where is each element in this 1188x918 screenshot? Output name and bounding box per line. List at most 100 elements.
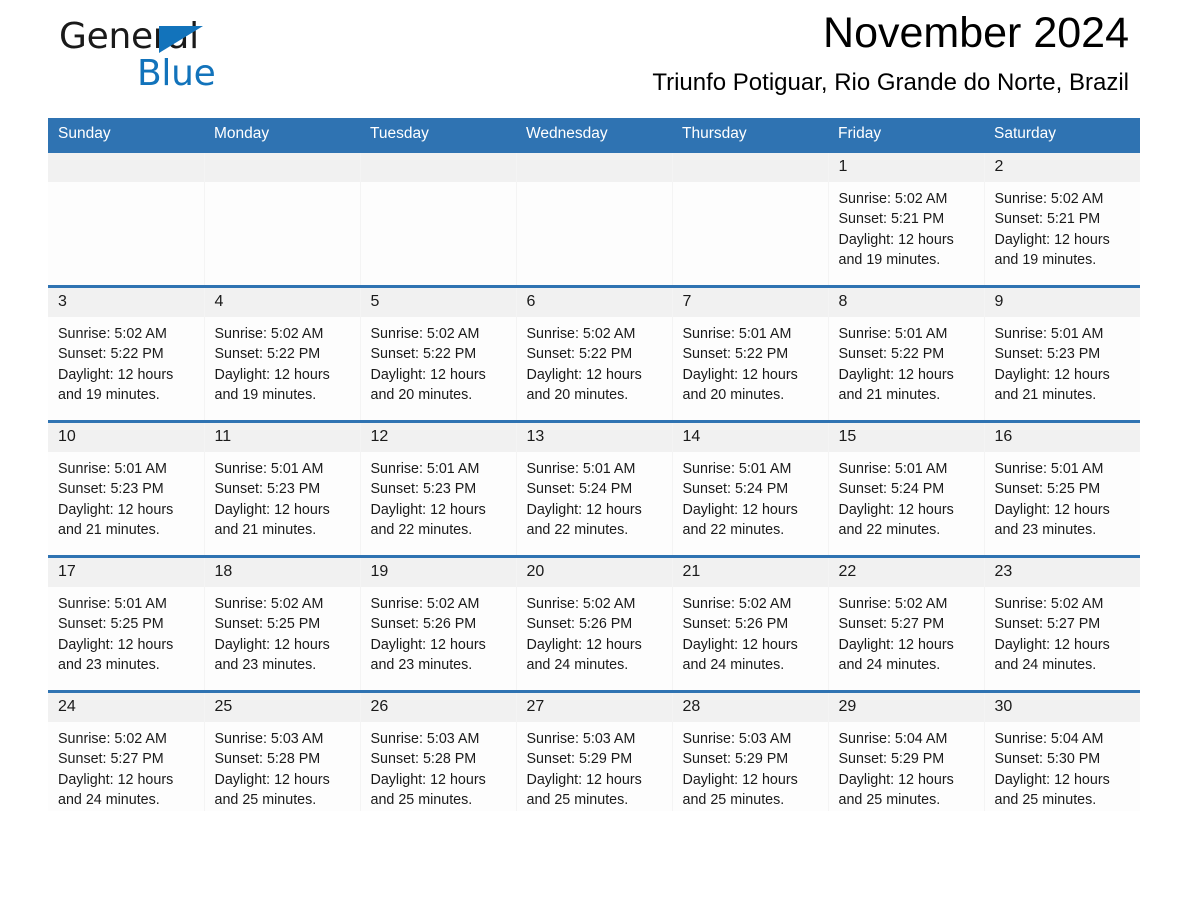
daylight-text: Daylight: 12 hours and 21 minutes. [994,366,1110,404]
calendar-day-cell[interactable]: 1 Sunrise: 5:02 AM Sunset: 5:21 PM Daylight… [828,150,985,287]
daylight-text: Daylight: 12 hours and 25 minutes. [214,771,330,809]
day-details: Sunrise: 5:02 AM Sunset: 5:22 PM Daylight:… [205,317,360,406]
calendar-day-cell[interactable]: 11 Sunrise: 5:01 AM Sunset: 5:23 PM Dayligh… [204,420,361,557]
title-block: November 2024 Triunfo Potiguar, Rio Gran… [652,6,1129,98]
sunrise-text: Sunrise: 5:01 AM [58,461,167,477]
calendar-day-cell[interactable]: 12 Sunrise: 5:01 AM Sunset: 5:23 PM Dayligh… [360,420,517,557]
calendar-day-cell[interactable]: 30 Sunrise: 5:04 AM Sunset: 5:30 PM Dayligh… [984,689,1140,811]
daylight-text: Daylight: 12 hours and 20 minutes. [370,366,486,404]
day-number: 8 [828,288,984,317]
calendar-day-cell[interactable]: 17 Sunrise: 5:01 AM Sunset: 5:25 PM Dayligh… [48,555,205,692]
day-number: 12 [360,423,516,452]
calendar-day-cell[interactable]: 25 Sunrise: 5:03 AM Sunset: 5:28 PM Dayligh… [204,689,361,811]
day-details: Sunrise: 5:01 AM Sunset: 5:23 PM Daylight:… [985,317,1141,406]
day-number: 1 [828,153,984,182]
day-number: 23 [984,558,1140,587]
day-number: 29 [828,693,984,722]
calendar-day-cell[interactable]: 23 Sunrise: 5:02 AM Sunset: 5:27 PM Dayligh… [984,555,1140,692]
daylight-text: Daylight: 12 hours and 24 minutes. [994,636,1110,674]
calendar-day-cell[interactable]: 4 Sunrise: 5:02 AM Sunset: 5:22 PM Daylight… [204,285,361,422]
sunset-text: Sunset: 5:25 PM [58,616,164,633]
daylight-text: Daylight: 12 hours and 25 minutes. [682,771,798,809]
sunset-text: Sunset: 5:22 PM [682,346,789,363]
daylight-text: Daylight: 12 hours and 20 minutes. [682,366,798,404]
day-number: 5 [360,288,516,317]
sunset-text: Sunset: 5:23 PM [370,481,477,498]
day-details: Sunrise: 5:02 AM Sunset: 5:25 PM Daylight:… [205,587,360,676]
sunset-text: Sunset: 5:23 PM [994,346,1101,363]
calendar-day-cell[interactable]: 16 Sunrise: 5:01 AM Sunset: 5:25 PM Dayligh… [984,420,1140,557]
sunset-text: Sunset: 5:22 PM [58,346,164,363]
calendar-day-cell[interactable]: 8 Sunrise: 5:01 AM Sunset: 5:22 PM Daylight… [828,285,985,422]
day-details: Sunrise: 5:02 AM Sunset: 5:27 PM Daylight:… [829,587,984,676]
day-details: Sunrise: 5:02 AM Sunset: 5:26 PM Daylight:… [361,587,516,676]
calendar-day-cell[interactable]: 22 Sunrise: 5:02 AM Sunset: 5:27 PM Dayligh… [828,555,985,692]
calendar-day-cell[interactable]: 29 Sunrise: 5:04 AM Sunset: 5:29 PM Dayligh… [828,689,985,811]
day-details: Sunrise: 5:01 AM Sunset: 5:24 PM Daylight:… [829,452,984,541]
calendar-day-cell[interactable]: 19 Sunrise: 5:02 AM Sunset: 5:26 PM Dayligh… [360,555,517,692]
calendar-day-cell[interactable]: 18 Sunrise: 5:02 AM Sunset: 5:25 PM Dayligh… [204,555,361,692]
calendar-day-cell[interactable]: 26 Sunrise: 5:03 AM Sunset: 5:28 PM Dayligh… [360,689,517,811]
day-number: 6 [516,288,672,317]
calendar-day-cell[interactable]: 3 Sunrise: 5:02 AM Sunset: 5:22 PM Daylight… [48,285,205,422]
calendar-day-cell[interactable]: 10 Sunrise: 5:01 AM Sunset: 5:23 PM Dayligh… [48,420,205,557]
calendar-day-cell[interactable]: 21 Sunrise: 5:02 AM Sunset: 5:26 PM Dayligh… [672,555,829,692]
daylight-text: Daylight: 12 hours and 25 minutes. [370,771,486,809]
day-number: 10 [48,423,204,452]
day-number: 26 [360,693,516,722]
sunset-text: Sunset: 5:27 PM [994,616,1101,633]
calendar-day-cell[interactable]: 24 Sunrise: 5:02 AM Sunset: 5:27 PM Dayligh… [48,689,205,811]
calendar-day-cell[interactable]: 28 Sunrise: 5:03 AM Sunset: 5:29 PM Dayligh… [672,689,829,811]
day-number: 30 [984,693,1140,722]
calendar-day-cell[interactable]: 7 Sunrise: 5:01 AM Sunset: 5:22 PM Daylight… [672,285,829,422]
day-details: Sunrise: 5:01 AM Sunset: 5:25 PM Daylight:… [48,587,204,676]
calendar-day-cell[interactable]: 5 Sunrise: 5:02 AM Sunset: 5:22 PM Daylight… [360,285,517,422]
day-details: Sunrise: 5:02 AM Sunset: 5:22 PM Daylight:… [517,317,672,406]
calendar-week-row: 1 Sunrise: 5:02 AM Sunset: 5:21 PM Daylight… [48,150,1141,287]
calendar-day-cell[interactable]: 2 Sunrise: 5:02 AM Sunset: 5:21 PM Daylight… [984,150,1141,287]
sunrise-text: Sunrise: 5:01 AM [214,461,324,477]
daylight-text: Daylight: 12 hours and 24 minutes. [682,636,798,674]
day-details: Sunrise: 5:04 AM Sunset: 5:29 PM Daylight:… [829,722,984,811]
calendar-day-cell[interactable]: 9 Sunrise: 5:01 AM Sunset: 5:23 PM Daylight… [984,285,1141,422]
daylight-text: Daylight: 12 hours and 23 minutes. [58,636,174,674]
sunset-text: Sunset: 5:27 PM [58,751,164,768]
daylight-text: Daylight: 12 hours and 24 minutes. [838,636,954,674]
daylight-text: Daylight: 12 hours and 23 minutes. [994,501,1110,539]
day-number: 25 [204,693,360,722]
sunrise-text: Sunrise: 5:02 AM [370,596,480,612]
day-details: Sunrise: 5:01 AM Sunset: 5:24 PM Daylight:… [517,452,672,541]
day-number: 17 [48,558,204,587]
weekday-header-friday: Friday [828,118,984,152]
sunrise-text: Sunrise: 5:02 AM [682,596,792,612]
calendar-day-cell[interactable]: 13 Sunrise: 5:01 AM Sunset: 5:24 PM Dayligh… [516,420,673,557]
day-number: 4 [204,288,360,317]
day-number: 27 [516,693,672,722]
day-number: 11 [204,423,360,452]
sunset-text: Sunset: 5:25 PM [994,481,1101,498]
sunset-text: Sunset: 5:29 PM [838,751,945,768]
calendar-table: Sunday Monday Tuesday Wednesday Thursday… [48,118,1140,811]
day-number: 7 [672,288,828,317]
day-number: 16 [984,423,1140,452]
daylight-text: Daylight: 12 hours and 21 minutes. [214,501,330,539]
sunset-text: Sunset: 5:26 PM [526,616,633,633]
calendar-day-cell[interactable]: 20 Sunrise: 5:02 AM Sunset: 5:26 PM Dayligh… [516,555,673,692]
calendar-body: 1 Sunrise: 5:02 AM Sunset: 5:21 PM Daylight… [48,150,1141,811]
sunset-text: Sunset: 5:22 PM [214,346,321,363]
day-details: Sunrise: 5:02 AM Sunset: 5:21 PM Daylight:… [985,182,1141,271]
sunrise-text: Sunrise: 5:01 AM [370,461,480,477]
day-number: 13 [516,423,672,452]
calendar-day-cell[interactable]: 27 Sunrise: 5:03 AM Sunset: 5:29 PM Dayligh… [516,689,673,811]
calendar-day-cell[interactable]: 6 Sunrise: 5:02 AM Sunset: 5:22 PM Daylight… [516,285,673,422]
brand-logo[interactable]: General Blue [59,16,259,102]
sunrise-text: Sunrise: 5:02 AM [526,596,636,612]
day-number [204,153,360,182]
calendar-day-cell[interactable]: 14 Sunrise: 5:01 AM Sunset: 5:24 PM Dayligh… [672,420,829,557]
calendar-day-cell[interactable]: 15 Sunrise: 5:01 AM Sunset: 5:24 PM Dayligh… [828,420,985,557]
calendar-page: General Blue November 2024 Triunfo Potig… [0,0,1188,918]
sunrise-text: Sunrise: 5:02 AM [58,731,167,747]
day-number: 14 [672,423,828,452]
sunrise-text: Sunrise: 5:03 AM [682,731,792,747]
sunrise-text: Sunrise: 5:02 AM [214,596,324,612]
